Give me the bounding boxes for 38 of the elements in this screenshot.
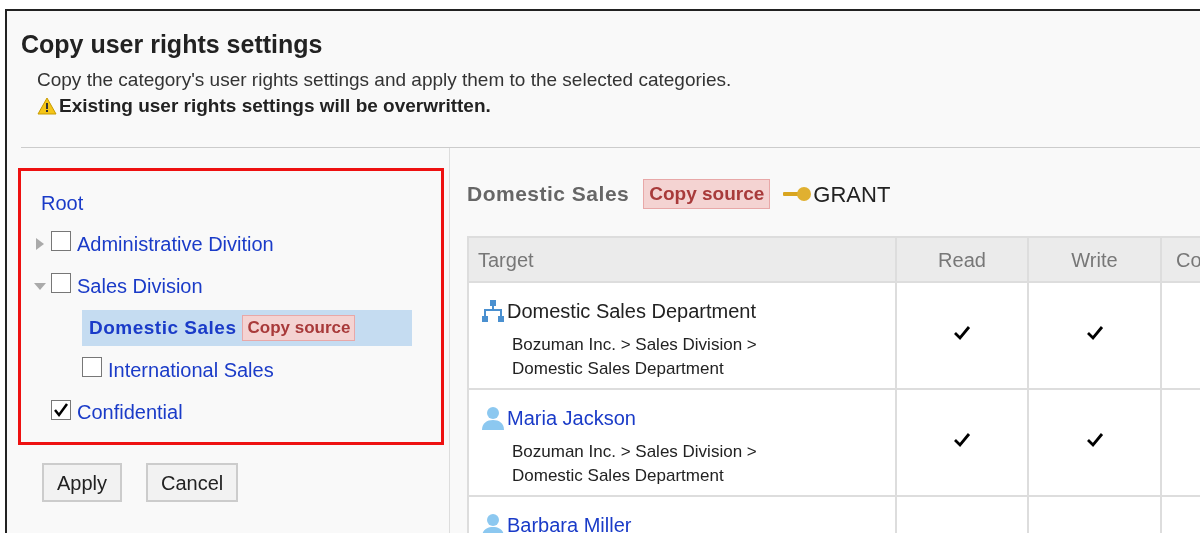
user-link[interactable]: Barbara Miller xyxy=(507,510,632,533)
column-header: Co xyxy=(1161,237,1200,282)
tree-item-label: Domestic Sales xyxy=(89,315,237,340)
copy-source-badge: Copy source xyxy=(242,315,356,341)
description-text: Copy the category's user rights settings and apply them to the selected categories. xyxy=(37,68,733,92)
category-title: Domestic Sales xyxy=(467,181,630,208)
department-name: Domestic Sales Department xyxy=(507,299,756,324)
checkbox[interactable] xyxy=(82,356,102,377)
user-icon xyxy=(481,406,505,430)
tree-item-link[interactable]: Administrative Divition xyxy=(77,229,274,259)
check-mark-icon xyxy=(953,324,971,341)
organization-icon xyxy=(481,299,505,323)
check-mark-icon xyxy=(1085,431,1104,448)
copy-source-badge: Copy source xyxy=(643,179,771,209)
user-link[interactable]: Maria Jackson xyxy=(507,403,636,433)
apply-button[interactable]: Apply xyxy=(42,463,123,502)
check-mark-icon xyxy=(953,431,971,448)
user-icon xyxy=(481,513,505,533)
dialog-title: Copy user rights settings xyxy=(21,29,324,60)
column-header: Read xyxy=(896,237,1028,282)
checkbox[interactable] xyxy=(51,399,71,420)
cancel-button[interactable]: Cancel xyxy=(146,463,239,502)
check-mark-icon xyxy=(1085,324,1104,341)
organization-path: Bozuman Inc. > Sales Division > Domestic Sales Department xyxy=(511,334,758,380)
tree-item-link[interactable]: Confidential xyxy=(77,397,183,427)
checkbox[interactable] xyxy=(51,272,71,293)
column-header: Target xyxy=(468,237,896,282)
tree-item-link[interactable]: International Sales xyxy=(108,355,274,385)
grant-label: GRANT xyxy=(813,180,891,209)
checkbox[interactable] xyxy=(51,230,71,251)
warning-text: Existing user rights settings will be overwritten. xyxy=(59,94,491,118)
selected-tree-item[interactable]: Domestic Sales Copy source xyxy=(82,310,412,346)
tree-item-link[interactable]: Sales Division xyxy=(77,271,203,301)
root-link[interactable]: Root xyxy=(41,188,84,218)
organization-path: Bozuman Inc. > Sales Division > Domestic Sales Department xyxy=(511,441,758,487)
column-header: Write xyxy=(1028,237,1161,282)
warning-icon xyxy=(37,97,57,115)
key-icon xyxy=(782,186,813,202)
